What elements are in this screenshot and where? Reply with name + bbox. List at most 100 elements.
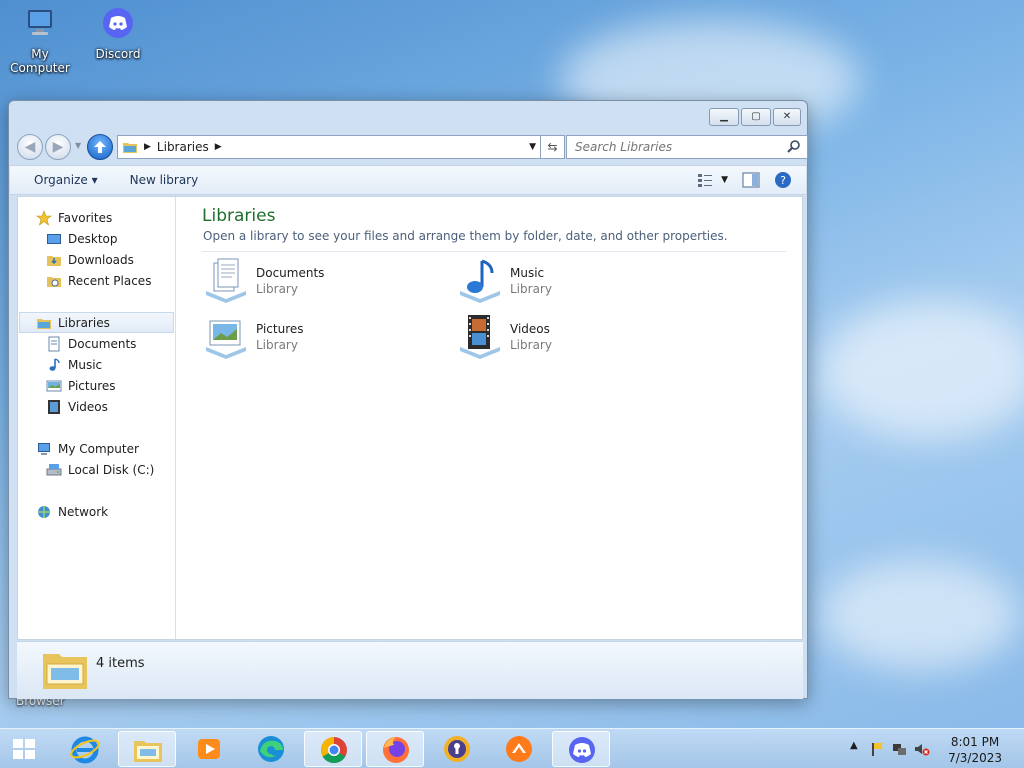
new-library-button[interactable]: New library [114, 173, 215, 187]
nav-label: Documents [68, 336, 137, 351]
address-dropdown-icon[interactable]: ▼ [529, 142, 536, 152]
pictures-library-icon [206, 320, 246, 359]
address-row: ◀ ▶ ▼ ▶ Libraries ▶ ▼ ⇆ [17, 133, 808, 160]
nav-item-recent-places[interactable]: Recent Places [46, 270, 151, 291]
desktop-icon-label: My Computer [10, 47, 70, 75]
library-item-music[interactable]: Music Library [456, 257, 552, 305]
film-strip-icon [48, 399, 60, 414]
videos-library-icon [460, 315, 500, 359]
arrow-up-icon [94, 141, 106, 153]
change-view-button[interactable]: ▼ [697, 173, 728, 187]
nav-item-favorites[interactable]: Favorites [36, 207, 112, 228]
taskbar-internet-explorer[interactable] [56, 731, 114, 767]
recent-places-icon [47, 276, 61, 287]
hard-drive-icon [46, 463, 62, 475]
recent-pages-chevron-icon[interactable]: ▼ [75, 141, 81, 150]
library-type: Library [510, 338, 552, 352]
keepass-icon [444, 736, 470, 762]
show-hidden-icons-chevron-icon[interactable]: ▲ [850, 740, 858, 751]
action-center-flag-icon[interactable] [870, 741, 886, 757]
nav-item-desktop[interactable]: Desktop [46, 228, 118, 249]
taskbar: ▲ 8:01 PM 7/3/2023 [0, 728, 1024, 768]
firefox-icon [383, 737, 409, 763]
item-count: 4 items [96, 656, 145, 671]
library-type: Library [256, 282, 298, 296]
nav-item-network[interactable]: Network [36, 501, 108, 522]
taskbar-firefox[interactable] [366, 731, 424, 767]
edge-icon [258, 736, 284, 762]
address-bar[interactable]: ▶ Libraries ▶ ▼ [117, 135, 541, 159]
library-name: Documents [256, 266, 325, 280]
taskbar-keepass[interactable] [428, 731, 486, 767]
volume-muted-icon[interactable] [914, 741, 930, 757]
taskbar-media-player[interactable] [180, 731, 238, 767]
taskbar-file-explorer[interactable] [118, 731, 176, 767]
library-item-pictures[interactable]: Pictures Library [202, 313, 304, 361]
network-icon [38, 505, 50, 518]
desktop-icon-my-computer[interactable]: My Computer [0, 6, 80, 75]
start-button-windows-icon[interactable] [4, 733, 44, 765]
page-title: Libraries [202, 206, 276, 226]
nav-item-pictures[interactable]: Pictures [46, 375, 116, 396]
command-bar: Organize ▾ New library ▼ ? [10, 165, 806, 195]
forward-button[interactable]: ▶ [45, 134, 71, 160]
nav-item-local-disk[interactable]: Local Disk (C:) [46, 459, 154, 480]
organize-button[interactable]: Organize ▾ [10, 173, 114, 187]
nav-label: Desktop [68, 231, 118, 246]
library-name: Pictures [256, 322, 304, 336]
library-folder-icon [43, 654, 87, 689]
nav-item-documents[interactable]: Documents [46, 333, 136, 354]
nav-label: Local Disk (C:) [68, 462, 155, 477]
breadcrumb-libraries[interactable]: Libraries [157, 140, 209, 154]
taskbar-discord[interactable] [552, 731, 610, 767]
computer-icon [28, 10, 52, 35]
search-icon[interactable] [787, 139, 801, 153]
system-tray: ▲ 8:01 PM 7/3/2023 [834, 729, 1024, 768]
nav-label: Recent Places [68, 273, 152, 288]
nav-item-libraries[interactable]: Libraries [19, 312, 174, 333]
svg-text:?: ? [780, 174, 786, 187]
page-subtitle: Open a library to see your files and arr… [203, 229, 728, 243]
documents-icon [48, 336, 60, 351]
maximize-button[interactable]: ▢ [741, 108, 771, 126]
nav-item-my-computer[interactable]: My Computer [36, 438, 139, 459]
library-item-videos[interactable]: Videos Library [456, 313, 552, 361]
taskbar-sublime[interactable] [490, 731, 548, 767]
library-item-documents[interactable]: Documents Library [202, 257, 324, 305]
breadcrumb-separator-icon[interactable]: ▶ [144, 142, 151, 152]
system-clock[interactable]: 8:01 PM 7/3/2023 [948, 734, 1002, 766]
details-pane: 4 items [17, 641, 803, 699]
network-status-icon[interactable] [892, 741, 908, 757]
refresh-icon: ⇆ [547, 140, 558, 154]
taskbar-chrome[interactable] [304, 731, 362, 767]
minimize-button[interactable]: ▁ [709, 108, 739, 126]
search-input[interactable] [566, 135, 808, 159]
view-options-icon [698, 174, 713, 187]
desktop-icon-discord[interactable]: Discord [78, 6, 158, 61]
nav-label: Libraries [58, 315, 110, 330]
library-type: Library [256, 338, 298, 352]
chevron-down-icon: ▼ [721, 175, 728, 185]
main-pane: Libraries Open a library to see your fil… [194, 197, 802, 639]
back-button[interactable]: ◀ [17, 134, 43, 160]
nav-item-music[interactable]: Music [46, 354, 102, 375]
nav-label: Downloads [68, 252, 134, 267]
clock-date: 7/3/2023 [948, 751, 1002, 765]
close-button[interactable]: ✕ [773, 108, 801, 126]
breadcrumb-separator-icon[interactable]: ▶ [215, 142, 222, 152]
nav-item-videos[interactable]: Videos [46, 396, 108, 417]
pictures-icon [46, 380, 62, 391]
refresh-button[interactable]: ⇆ [541, 135, 565, 159]
up-button[interactable] [87, 134, 113, 160]
taskbar-edge[interactable] [242, 731, 300, 767]
chrome-icon [320, 736, 347, 764]
nav-label: Music [68, 357, 103, 372]
internet-explorer-icon [70, 736, 100, 764]
title-bar[interactable]: ▁ ▢ ✕ [9, 101, 807, 131]
help-icon[interactable]: ? [774, 171, 792, 189]
music-library-icon [460, 259, 500, 303]
nav-item-downloads[interactable]: Downloads [46, 249, 134, 270]
library-name: Music [510, 266, 545, 280]
preview-pane-icon[interactable] [742, 172, 760, 188]
library-type: Library [510, 282, 552, 296]
